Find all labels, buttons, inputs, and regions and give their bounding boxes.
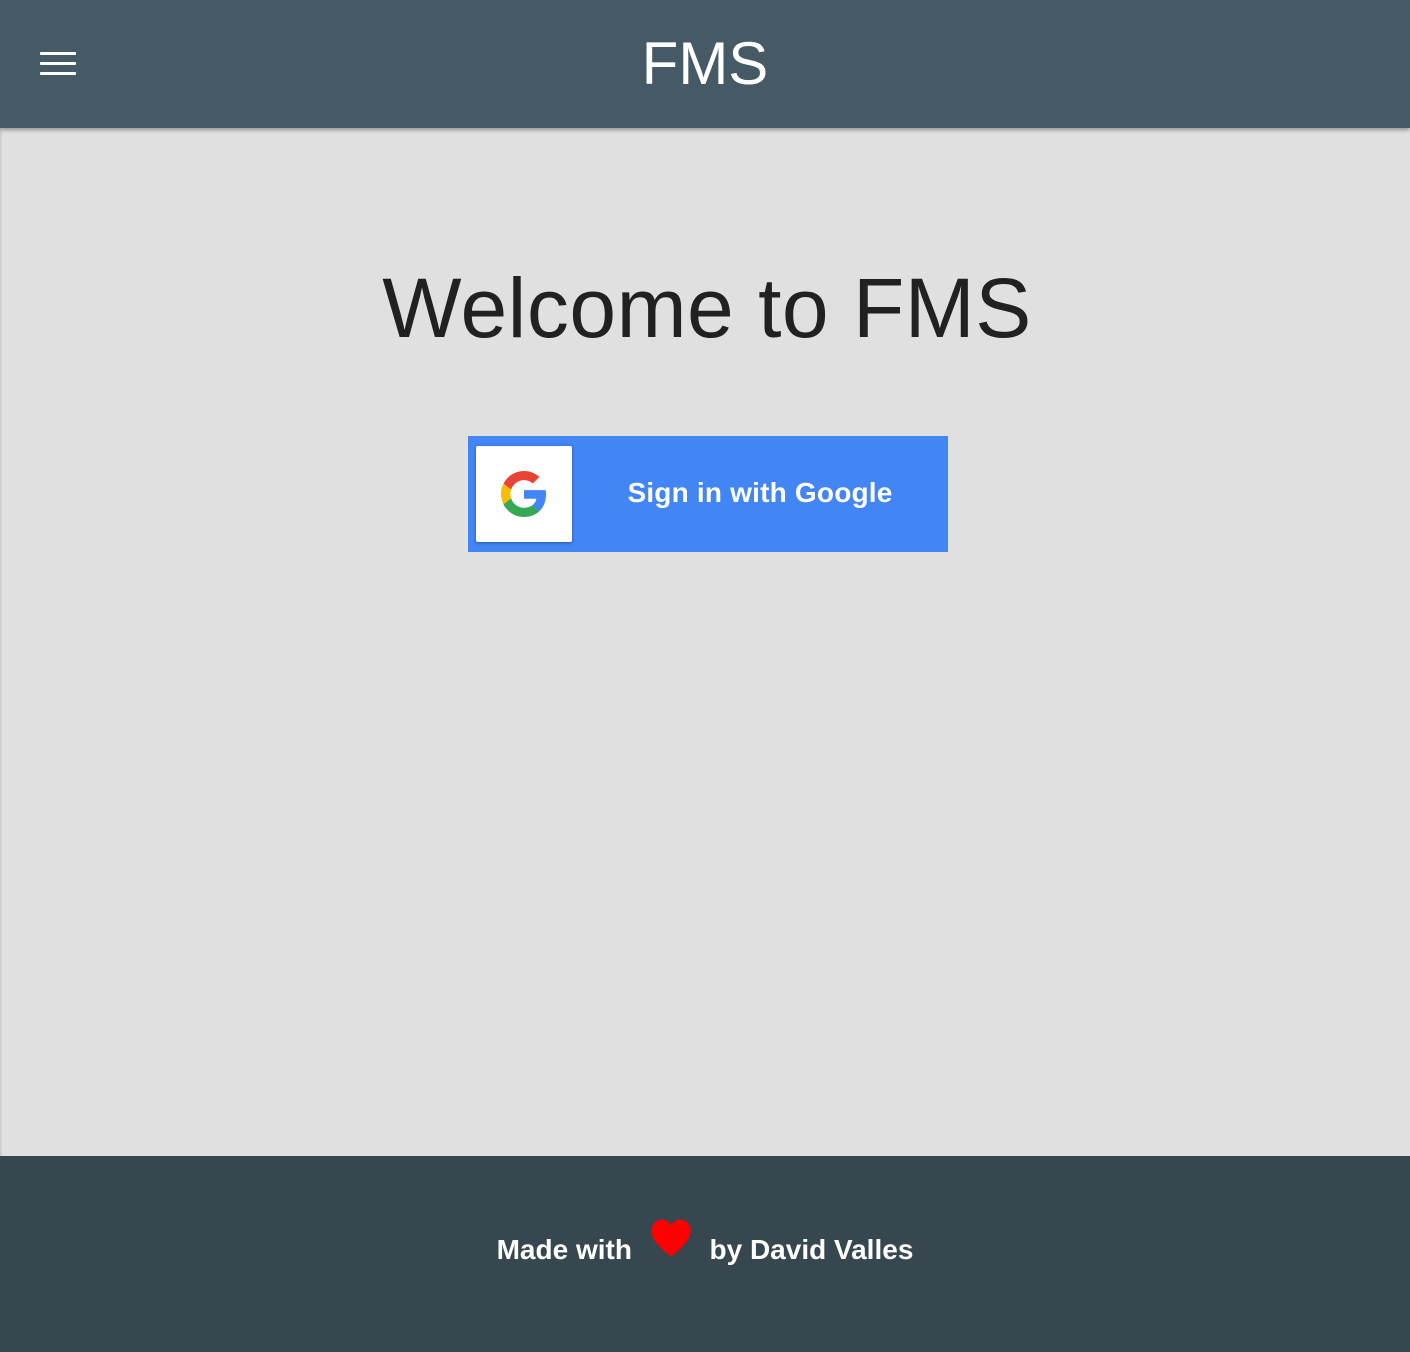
menu-line xyxy=(40,72,76,75)
main-content: Welcome to FMS Sign in with Google xyxy=(0,128,1410,1156)
footer-credit: Made with by David Valles xyxy=(0,1219,1410,1266)
welcome-heading: Welcome to FMS xyxy=(382,261,1032,355)
made-with-text: Made with xyxy=(496,1234,632,1265)
menu-line xyxy=(40,62,76,65)
footer: Made with by David Valles xyxy=(0,1156,1410,1352)
google-logo-container xyxy=(476,446,572,542)
google-logo-icon xyxy=(501,471,547,517)
heart-icon-wrap xyxy=(640,1219,702,1266)
hamburger-menu-icon[interactable] xyxy=(38,52,78,78)
heart-icon xyxy=(651,1219,691,1257)
sign-in-button-label: Sign in with Google xyxy=(627,477,893,508)
author-text: by David Valles xyxy=(709,1234,914,1265)
sign-in-with-google-button[interactable]: Sign in with Google xyxy=(468,436,948,552)
app-bar: FMS xyxy=(0,0,1410,128)
app-title: FMS xyxy=(641,30,769,97)
menu-line xyxy=(40,52,76,55)
